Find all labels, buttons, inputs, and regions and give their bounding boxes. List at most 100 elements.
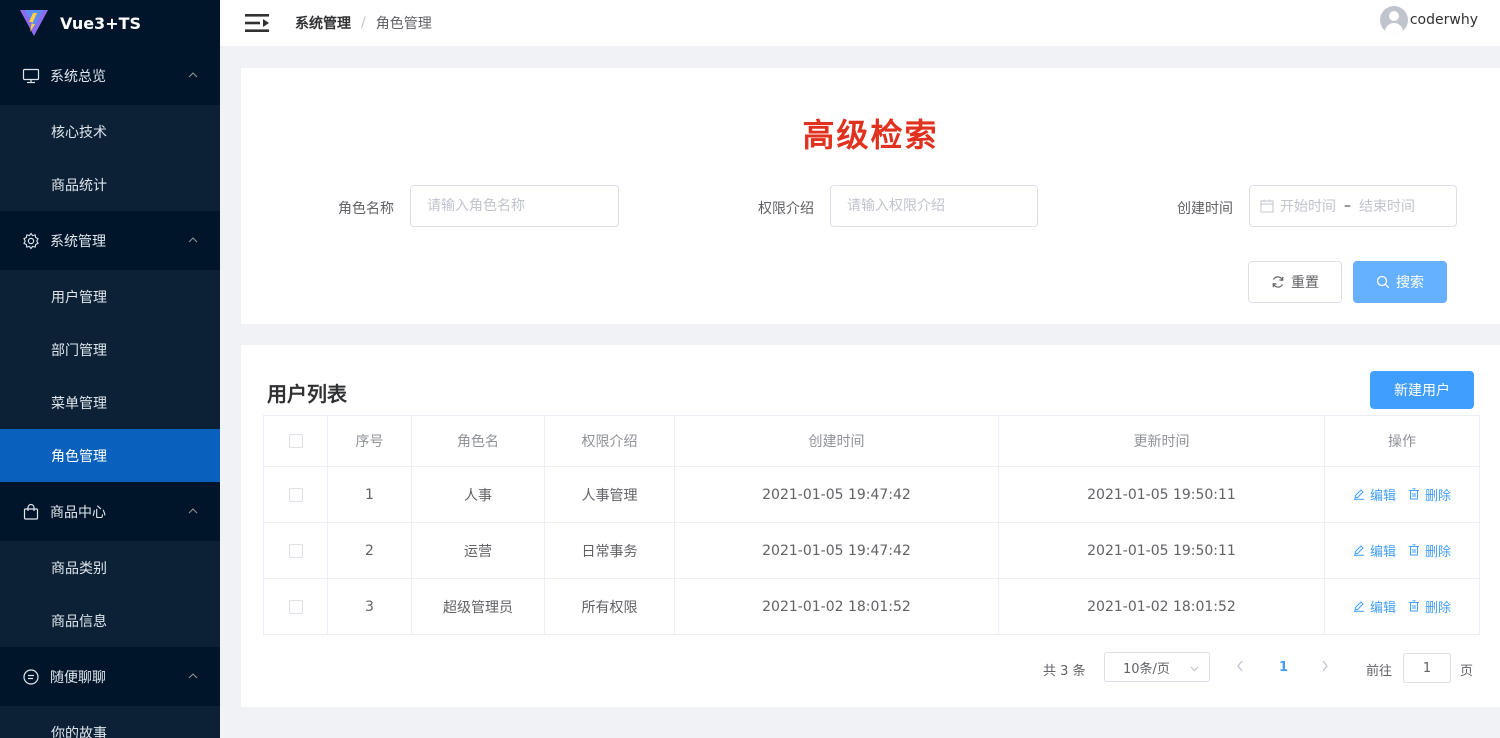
row-checkbox[interactable] xyxy=(288,599,303,614)
cell-updated-time: 2021-01-05 19:50:11 xyxy=(998,466,1325,523)
menu-group-0[interactable]: 系统总览 xyxy=(0,46,220,105)
permission-intro-input[interactable] xyxy=(830,185,1038,227)
edit-icon xyxy=(1353,489,1364,501)
row-select-cell xyxy=(263,466,328,523)
goto-page-input[interactable] xyxy=(1403,653,1451,683)
edit-button[interactable]: 编辑 xyxy=(1353,597,1396,616)
reset-label: 重置 xyxy=(1291,275,1319,291)
sidebar-item[interactable]: 部门管理 xyxy=(0,323,220,376)
row-checkbox[interactable] xyxy=(288,487,303,502)
role-name-input[interactable] xyxy=(410,185,619,227)
breadcrumb: 系统管理 / 角色管理 xyxy=(295,13,432,33)
breadcrumb-item-role: 角色管理 xyxy=(375,16,432,32)
cell-actions: 编辑 删除 xyxy=(1324,578,1480,635)
menu-group-label: 商品中心 xyxy=(50,504,106,521)
search-icon xyxy=(1376,275,1390,289)
edit-label: 编辑 xyxy=(1369,488,1396,504)
new-user-button[interactable]: 新建用户 xyxy=(1370,371,1474,409)
table-header-row: 序号 角色名 权限介绍 创建时间 更新时间 操作 xyxy=(263,415,1480,467)
sidebar-item[interactable]: 用户管理 xyxy=(0,270,220,323)
trash-icon xyxy=(1409,544,1419,556)
shopping-bag-icon xyxy=(22,503,40,521)
edit-label: 编辑 xyxy=(1369,600,1396,616)
monitor-icon xyxy=(22,67,40,85)
page-size-value: 10条/页 xyxy=(1123,661,1170,677)
cell-permission-intro: 所有权限 xyxy=(544,578,675,635)
select-all-checkbox[interactable] xyxy=(288,434,303,448)
cell-created-time: 2021-01-05 19:47:42 xyxy=(674,466,999,523)
table-row: 2 运营 日常事务 2021-01-05 19:47:42 2021-01-05 19:… xyxy=(263,522,1480,579)
delete-button[interactable]: 删除 xyxy=(1408,485,1451,504)
app-title: Vue3+TS xyxy=(60,13,142,33)
row-checkbox[interactable] xyxy=(288,543,303,558)
sidebar-item[interactable]: 商品类别 xyxy=(0,541,220,594)
cell-index: 2 xyxy=(327,522,412,579)
row-select-cell xyxy=(263,578,328,635)
side-menu: 系统总览 核心技术 商品统计系统管理用户管理 部门管理 菜单管理 角色管理商品中心商品类别… xyxy=(0,46,220,738)
edit-icon xyxy=(1353,601,1364,613)
menu-group-label: 系统管理 xyxy=(50,233,106,250)
delete-label: 删除 xyxy=(1425,544,1452,560)
cell-role-name: 运营 xyxy=(411,522,545,579)
column-header-name: 角色名 xyxy=(411,415,545,467)
vue-logo-icon xyxy=(20,10,48,36)
table-row: 3 超级管理员 所有权限 2021-01-02 18:01:52 2021-01-02 … xyxy=(263,578,1480,635)
breadcrumb-item-system[interactable]: 系统管理 xyxy=(295,13,351,33)
cell-actions: 编辑 删除 xyxy=(1324,466,1480,523)
chevron-up-icon xyxy=(188,508,198,514)
pagination-total: 共 3 条 xyxy=(1043,664,1086,679)
cell-created-time: 2021-01-05 19:47:42 xyxy=(674,522,999,579)
search-button[interactable]: 搜索 xyxy=(1353,261,1447,303)
select-all-cell xyxy=(263,415,328,467)
menu-group-label: 随便聊聊 xyxy=(50,669,106,686)
chevron-up-icon xyxy=(188,237,198,243)
column-header-actions: 操作 xyxy=(1324,415,1480,467)
sidebar-item[interactable]: 菜单管理 xyxy=(0,376,220,429)
chevron-down-icon xyxy=(1190,666,1199,672)
end-time-placeholder[interactable]: 结束时间 xyxy=(1359,196,1415,216)
refresh-icon xyxy=(1272,276,1284,288)
menu-group-3[interactable]: 随便聊聊 xyxy=(0,647,220,706)
next-page-icon[interactable] xyxy=(1320,659,1330,673)
create-time-range-picker[interactable]: 开始时间 – 结束时间 xyxy=(1249,185,1457,227)
create-time-label: 创建时间 xyxy=(1177,201,1233,217)
sidebar-item[interactable]: 核心技术 xyxy=(0,105,220,158)
menu-group-1[interactable]: 系统管理 xyxy=(0,211,220,270)
chevron-up-icon xyxy=(188,673,198,679)
cell-permission-intro: 人事管理 xyxy=(544,466,675,523)
cell-created-time: 2021-01-02 18:01:52 xyxy=(674,578,999,635)
chevron-up-icon xyxy=(188,72,198,78)
edit-button[interactable]: 编辑 xyxy=(1353,485,1396,504)
sidebar-item[interactable]: 角色管理 xyxy=(0,429,220,482)
sidebar-item[interactable]: 商品信息 xyxy=(0,594,220,647)
cell-permission-intro: 日常事务 xyxy=(544,522,675,579)
search-panel: 高级检索 角色名称 权限介绍 创建时间 开始时间 – 结束时间 重置 搜索 xyxy=(241,68,1500,324)
reset-button[interactable]: 重置 xyxy=(1248,261,1342,303)
edit-icon xyxy=(1353,545,1364,557)
start-time-placeholder[interactable]: 开始时间 xyxy=(1280,196,1336,216)
menu-group-2[interactable]: 商品中心 xyxy=(0,482,220,541)
current-page[interactable]: 1 xyxy=(1279,660,1288,675)
column-header-intro: 权限介绍 xyxy=(544,415,675,467)
edit-button[interactable]: 编辑 xyxy=(1353,541,1396,560)
sidebar-item[interactable]: 你的故事 xyxy=(0,706,220,738)
goto-label: 前往 xyxy=(1366,664,1393,679)
delete-button[interactable]: 删除 xyxy=(1408,541,1451,560)
table-panel: 用户列表 新建用户 序号 角色名 权限介绍 创建时间 更新时间 操作 1 人事 人事… xyxy=(241,345,1500,707)
fold-menu-icon[interactable] xyxy=(245,13,271,33)
trash-icon xyxy=(1409,600,1419,612)
delete-button[interactable]: 删除 xyxy=(1408,597,1451,616)
cell-role-name: 人事 xyxy=(411,466,545,523)
gear-icon xyxy=(22,232,40,250)
username[interactable]: coderwhy xyxy=(1410,12,1478,28)
sidebar-item[interactable]: 商品统计 xyxy=(0,158,220,211)
user-menu[interactable]: coderwhy xyxy=(1379,6,1478,34)
prev-page-icon[interactable] xyxy=(1235,659,1245,673)
role-table: 序号 角色名 权限介绍 创建时间 更新时间 操作 1 人事 人事管理 2021-01-… xyxy=(263,415,1480,635)
chat-icon xyxy=(22,668,40,686)
edit-label: 编辑 xyxy=(1369,544,1396,560)
cell-actions: 编辑 删除 xyxy=(1324,522,1480,579)
avatar[interactable] xyxy=(1379,6,1408,34)
page-size-select[interactable]: 10条/页 xyxy=(1104,652,1210,682)
search-title: 高级检索 xyxy=(802,116,939,154)
